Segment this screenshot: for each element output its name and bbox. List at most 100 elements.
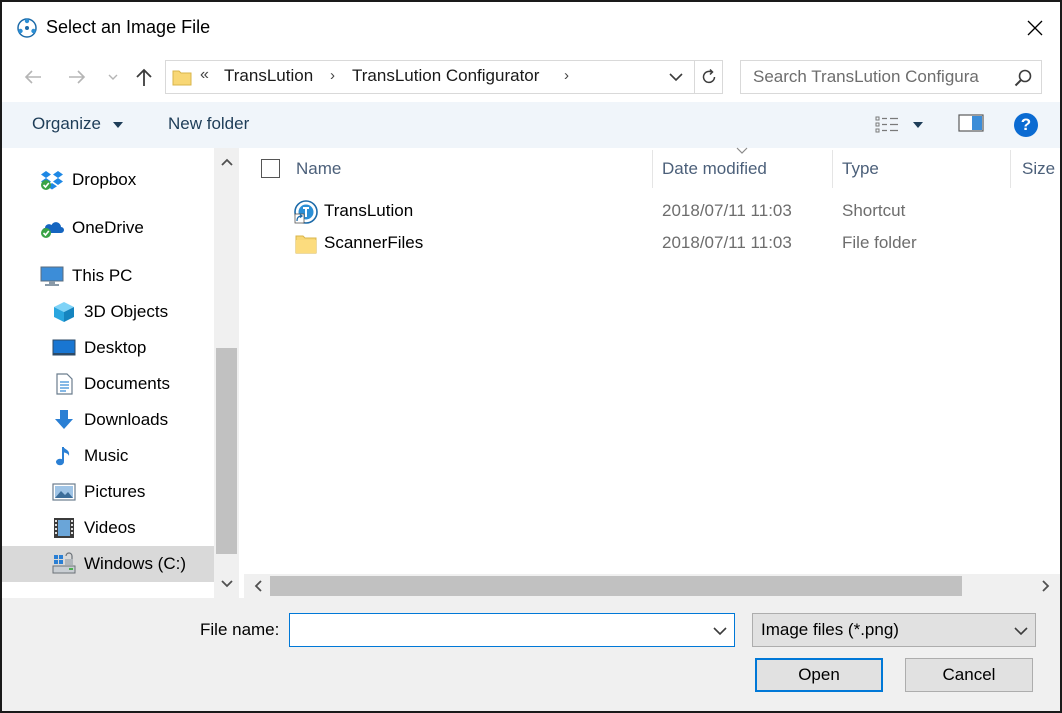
nav-item-videos[interactable]: Videos xyxy=(2,510,214,546)
address-bar[interactable]: « TransLution › TransLution Configurator… xyxy=(165,60,723,94)
select-all-checkbox[interactable] xyxy=(261,159,280,178)
nav-item-downloads[interactable]: Downloads xyxy=(2,402,214,438)
refresh-icon xyxy=(702,68,715,84)
column-header-row: Name Date modified Type Size xyxy=(244,146,1060,188)
onedrive-icon xyxy=(40,216,64,240)
scroll-up-button[interactable] xyxy=(214,150,239,174)
recent-locations-button[interactable] xyxy=(102,64,124,90)
column-header-type[interactable]: Type xyxy=(842,159,879,179)
videos-icon xyxy=(52,516,76,540)
refresh-button[interactable] xyxy=(694,61,722,93)
dropdown-arrow-icon xyxy=(112,121,123,128)
file-list: Name Date modified Type Size TransLution… xyxy=(244,146,1060,598)
nav-item-desktop[interactable]: Desktop xyxy=(2,330,214,366)
dropdown-arrow-icon xyxy=(913,122,923,128)
open-button[interactable]: Open xyxy=(755,658,883,692)
breadcrumb-separator[interactable]: › xyxy=(564,67,569,84)
horizontal-scrollbar[interactable] xyxy=(244,574,1060,598)
nav-item-dropbox[interactable]: Dropbox xyxy=(2,162,214,198)
file-name: ScannerFiles xyxy=(324,233,424,252)
this-pc-icon xyxy=(40,264,64,288)
chevron-down-icon xyxy=(220,580,233,588)
search-icon[interactable] xyxy=(1013,68,1033,88)
music-icon xyxy=(52,444,76,468)
file-type-filter-select[interactable]: Image files (*.png) xyxy=(752,613,1036,647)
column-header-name[interactable]: Name xyxy=(296,159,341,179)
chevron-up-icon xyxy=(220,158,233,166)
shortcut-icon xyxy=(294,200,318,224)
nav-item-this-pc[interactable]: This PC xyxy=(2,258,214,294)
breadcrumb-translution[interactable]: TransLution xyxy=(224,66,313,86)
file-name-combobox[interactable] xyxy=(289,613,735,647)
nav-item-label: Windows (C:) xyxy=(84,554,187,573)
preview-pane-button[interactable] xyxy=(957,112,987,138)
chevron-left-icon xyxy=(254,580,262,592)
file-row[interactable]: TransLution 2018/07/11 11:03 Shortcut xyxy=(284,196,1060,228)
cancel-button[interactable]: Cancel xyxy=(905,658,1033,692)
open-file-dialog: Select an Image File « TransLution › Tra… xyxy=(0,0,1062,713)
forward-button[interactable] xyxy=(64,64,90,90)
back-arrow-icon xyxy=(24,70,41,84)
file-type: Shortcut xyxy=(842,201,906,220)
chevron-down-icon xyxy=(1014,627,1028,636)
nav-item-3d-objects[interactable]: 3D Objects xyxy=(2,294,214,330)
3d-objects-icon xyxy=(52,300,76,324)
chevron-down-icon xyxy=(669,73,683,82)
back-button[interactable] xyxy=(20,64,46,90)
change-view-button[interactable] xyxy=(874,112,930,138)
column-header-date-modified[interactable]: Date modified xyxy=(662,159,767,179)
nav-item-label: Videos xyxy=(84,518,136,537)
organize-button[interactable]: Organize xyxy=(32,114,124,134)
scroll-right-button[interactable] xyxy=(1036,576,1056,596)
nav-item-music[interactable]: Music xyxy=(2,438,214,474)
file-row[interactable]: ScannerFiles 2018/07/11 11:03 File folde… xyxy=(284,228,1060,260)
chevron-right-icon xyxy=(1042,580,1050,592)
nav-item-label: Music xyxy=(84,446,129,465)
up-arrow-icon xyxy=(136,68,152,86)
column-divider[interactable] xyxy=(652,150,653,188)
scroll-down-button[interactable] xyxy=(214,572,239,596)
nav-item-label: OneDrive xyxy=(72,218,144,237)
column-divider[interactable] xyxy=(1010,150,1011,188)
nav-item-label: This PC xyxy=(72,266,133,285)
organize-label: Organize xyxy=(32,114,101,133)
help-button[interactable]: ? xyxy=(1014,113,1038,137)
column-divider[interactable] xyxy=(832,150,833,188)
file-name-label: File name: xyxy=(200,620,280,639)
close-icon xyxy=(1027,20,1043,36)
nav-item-label: Dropbox xyxy=(72,170,137,189)
nav-item-pictures[interactable]: Pictures xyxy=(2,474,214,510)
navigation-scrollbar[interactable] xyxy=(214,148,239,598)
window-title: Select an Image File xyxy=(46,17,211,37)
nav-item-documents[interactable]: Documents xyxy=(2,366,214,402)
breadcrumb-separator[interactable]: › xyxy=(330,67,335,84)
file-name-input[interactable] xyxy=(290,614,700,646)
file-type: File folder xyxy=(842,233,917,252)
nav-item-onedrive[interactable]: OneDrive xyxy=(2,210,214,246)
scroll-left-button[interactable] xyxy=(248,576,268,596)
up-button[interactable] xyxy=(131,64,157,90)
file-name: TransLution xyxy=(324,201,414,220)
nav-item-label: Desktop xyxy=(84,338,147,357)
app-icon xyxy=(15,16,39,40)
search-box[interactable] xyxy=(740,60,1042,94)
pictures-icon xyxy=(52,480,76,504)
scrollbar-thumb[interactable] xyxy=(216,348,237,554)
drive-icon xyxy=(52,552,76,576)
new-folder-button[interactable]: New folder xyxy=(168,114,249,134)
column-header-size[interactable]: Size xyxy=(1022,159,1055,179)
file-type-filter-value: Image files (*.png) xyxy=(761,620,899,639)
breadcrumb-configurator[interactable]: TransLution Configurator xyxy=(352,66,539,86)
scrollbar-thumb[interactable] xyxy=(270,576,962,596)
search-input[interactable] xyxy=(741,61,1011,93)
file-name-dropdown-button[interactable] xyxy=(710,621,730,641)
nav-item-windows-c[interactable]: Windows (C:) xyxy=(2,546,214,582)
address-dropdown-button[interactable] xyxy=(666,67,686,87)
filter-dropdown-button[interactable] xyxy=(1011,621,1031,641)
folder-icon xyxy=(294,232,318,256)
close-button[interactable] xyxy=(1012,8,1058,48)
file-date-modified: 2018/07/11 11:03 xyxy=(662,233,792,252)
sort-indicator-icon xyxy=(736,146,748,158)
breadcrumb-overflow[interactable]: « xyxy=(200,66,209,84)
folder-icon xyxy=(172,68,192,86)
